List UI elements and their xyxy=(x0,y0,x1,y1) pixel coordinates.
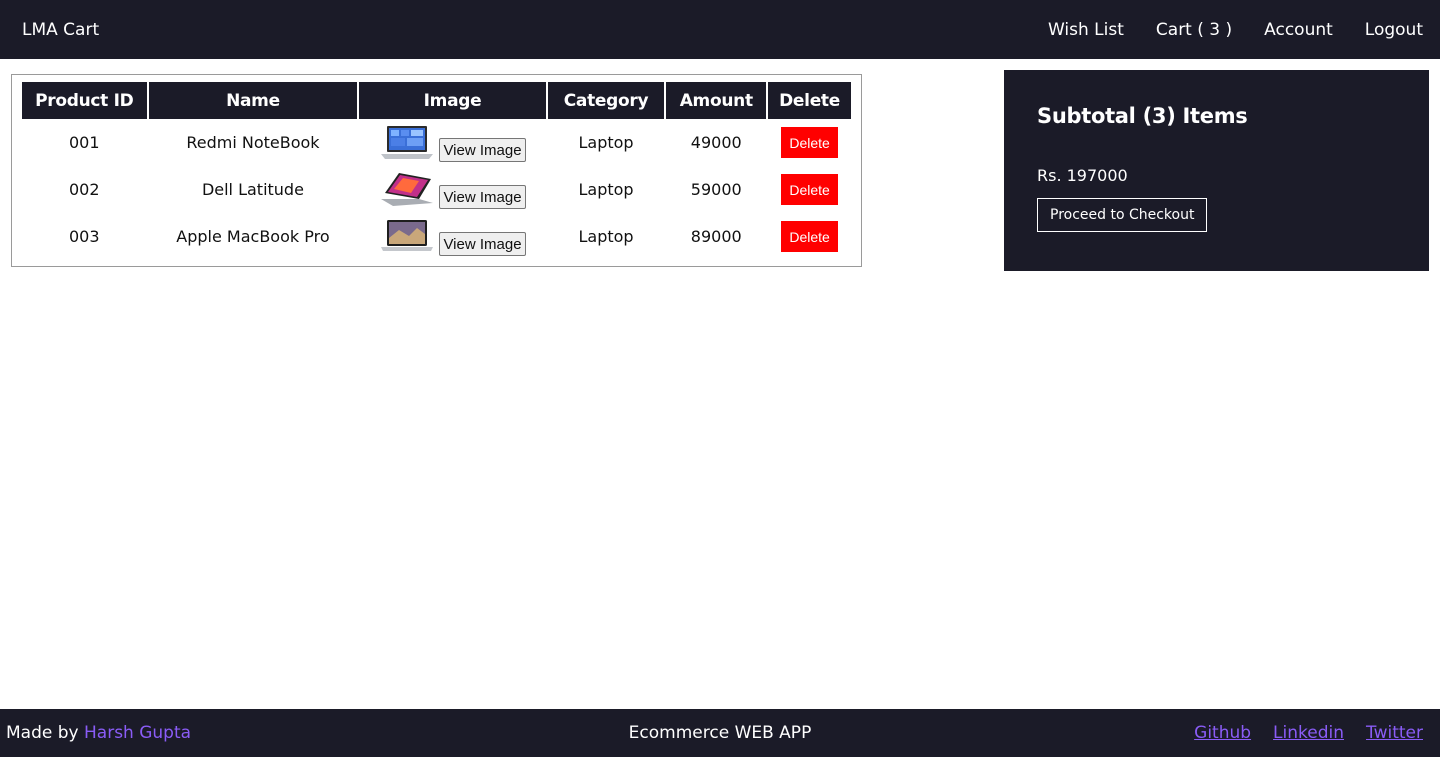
nav-logout[interactable]: Logout xyxy=(1365,20,1423,40)
header-category: Category xyxy=(547,82,665,119)
nav-account[interactable]: Account xyxy=(1264,20,1333,40)
subtotal-amount: Rs. 197000 xyxy=(1037,166,1128,185)
laptop-convertible-icon xyxy=(381,173,434,206)
cart-table-container: Product ID Name Image Category Amount De… xyxy=(11,74,862,267)
view-image-button[interactable]: View Image xyxy=(439,138,526,162)
cell-category: Laptop xyxy=(578,227,634,246)
cell-product-id: 002 xyxy=(68,180,100,199)
cell-image: View Image xyxy=(359,213,545,260)
brand-logo[interactable]: LMA Cart xyxy=(22,20,99,40)
twitter-link[interactable]: Twitter xyxy=(1366,723,1423,743)
view-image-button[interactable]: View Image xyxy=(439,185,526,209)
header-delete: Delete xyxy=(768,82,851,119)
author-link[interactable]: Harsh Gupta xyxy=(84,723,191,743)
footer-credit: Made by Harsh Gupta xyxy=(6,723,191,743)
cell-category: Laptop xyxy=(578,180,634,199)
cart-table: Product ID Name Image Category Amount De… xyxy=(20,82,853,260)
nav-cart[interactable]: Cart ( 3 ) xyxy=(1156,20,1232,40)
table-header-row: Product ID Name Image Category Amount De… xyxy=(22,82,851,119)
header-product-id: Product ID xyxy=(22,82,147,119)
made-by-label: Made by xyxy=(6,723,84,743)
laptop-macbook-icon xyxy=(381,220,434,251)
cell-amount: 59000 xyxy=(690,180,742,199)
linkedin-link[interactable]: Linkedin xyxy=(1273,723,1344,743)
cell-delete: Delete xyxy=(768,119,851,166)
table-row: 003 Apple MacBook Pro View Image Laptop xyxy=(22,213,851,260)
nav-links: Wish List Cart ( 3 ) Account Logout xyxy=(1048,20,1423,40)
cell-product-id: 001 xyxy=(68,133,100,152)
delete-button[interactable]: Delete xyxy=(781,221,839,252)
cell-name: Apple MacBook Pro xyxy=(176,227,330,246)
header-name: Name xyxy=(148,82,358,119)
social-links: Github Linkedin Twitter xyxy=(1194,723,1423,743)
cell-category: Laptop xyxy=(578,133,634,152)
delete-button[interactable]: Delete xyxy=(781,127,839,158)
table-row: 001 Redmi NoteBook View Image Laptop 490… xyxy=(22,119,851,166)
subtotal-title: Subtotal (3) Items xyxy=(1037,104,1248,128)
table-row: 002 Dell Latitude View Image Laptop 5900… xyxy=(22,166,851,213)
cell-name: Dell Latitude xyxy=(201,180,304,199)
view-image-button[interactable]: View Image xyxy=(439,232,526,256)
nav-wish-list[interactable]: Wish List xyxy=(1048,20,1124,40)
cell-product-id: 003 xyxy=(68,227,100,246)
footer: Made by Harsh Gupta Ecommerce WEB APP Gi… xyxy=(0,709,1440,757)
header-amount: Amount xyxy=(666,82,767,119)
cell-delete: Delete xyxy=(768,213,851,260)
github-link[interactable]: Github xyxy=(1194,723,1251,743)
delete-button[interactable]: Delete xyxy=(781,174,839,205)
cell-name: Redmi NoteBook xyxy=(186,133,320,152)
subtotal-panel: Subtotal (3) Items Rs. 197000 Proceed to… xyxy=(1004,70,1429,271)
laptop-windows-icon xyxy=(381,126,434,159)
cell-image: View Image xyxy=(359,166,545,213)
cell-image: View Image xyxy=(359,119,545,166)
header-image: Image xyxy=(359,82,546,119)
cell-delete: Delete xyxy=(768,166,851,213)
navbar: LMA Cart Wish List Cart ( 3 ) Account Lo… xyxy=(0,0,1440,59)
cell-amount: 89000 xyxy=(690,227,742,246)
cell-amount: 49000 xyxy=(690,133,742,152)
checkout-button[interactable]: Proceed to Checkout xyxy=(1037,198,1208,232)
